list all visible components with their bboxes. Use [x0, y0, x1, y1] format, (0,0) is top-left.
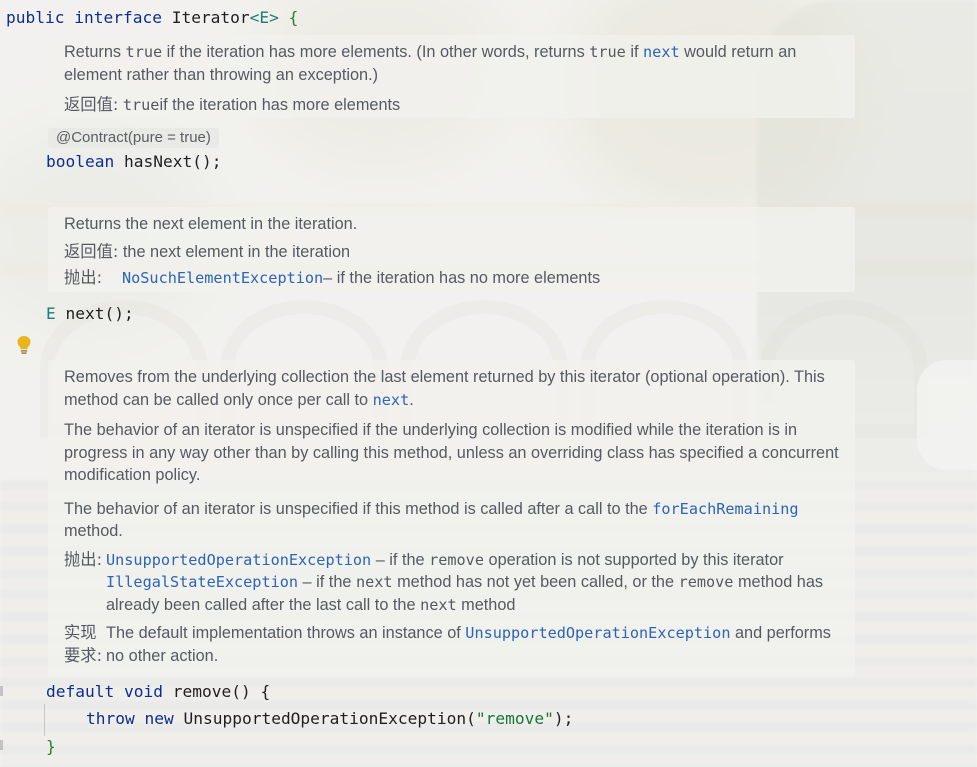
type-parameter: <E> — [249, 8, 279, 27]
doc-throws: 抛出: NoSuchElementException – if the itera… — [64, 267, 839, 290]
doc-link-illegalstateexception[interactable]: IllegalStateException — [106, 573, 298, 591]
doc-description: Returns true if the iteration has more e… — [64, 43, 797, 84]
doc-description: Removes from the underlying collection t… — [64, 368, 825, 409]
doc-link-nosuchelementexception[interactable]: NoSuchElementException — [122, 267, 323, 290]
doc-returns: 返回值: the next element in the iteration — [64, 241, 351, 261]
keyword-interface: interface — [74, 8, 162, 27]
fold-marker[interactable] — [0, 686, 3, 696]
doc-impl-spec: 实现 要求: The default implementation throws … — [64, 623, 831, 665]
remove-signature[interactable]: default void remove() { — [46, 682, 270, 702]
interface-declaration[interactable]: public interface Iterator<E> { — [6, 8, 298, 28]
doc-link-unsupportedoperationexception[interactable]: UnsupportedOperationException — [106, 551, 371, 569]
open-brace: { — [288, 8, 299, 27]
doc-link-next[interactable]: next — [643, 43, 680, 61]
lightbulb-icon[interactable] — [16, 335, 32, 355]
doc-paragraph: The behavior of an iterator is unspecifi… — [64, 499, 799, 541]
doc-popup-next: Returns the next element in the iteratio… — [48, 207, 855, 292]
fold-marker[interactable] — [0, 740, 3, 750]
doc-throws: 抛出: UnsupportedOperationException – if t… — [64, 549, 824, 614]
doc-description: Returns the next element in the iteratio… — [64, 215, 358, 233]
doc-popup-hasnext: Returns true if the iteration has more e… — [48, 35, 855, 118]
interface-name: Iterator — [171, 8, 250, 27]
contract-annotation: @Contract(pure = true) — [48, 128, 219, 148]
next-signature[interactable]: E next(); — [46, 304, 134, 324]
keyword-public: public — [6, 8, 65, 27]
hasnext-signature[interactable]: boolean hasNext(); — [46, 152, 221, 172]
doc-link-unsupportedoperationexception[interactable]: UnsupportedOperationException — [465, 624, 730, 642]
close-brace[interactable]: } — [46, 737, 56, 757]
doc-link-next[interactable]: next — [373, 391, 410, 409]
doc-link-foreachremaining[interactable]: forEachRemaining — [652, 500, 798, 518]
throw-statement[interactable]: throw new UnsupportedOperationException(… — [86, 709, 573, 729]
doc-returns: 返回值: true if the iteration has more elem… — [64, 95, 401, 114]
doc-popup-remove: Removes from the underlying collection t… — [48, 360, 855, 676]
indent-guide — [44, 704, 45, 736]
doc-paragraph: The behavior of an iterator is unspecifi… — [64, 421, 839, 484]
code-editor[interactable]: public interface Iterator<E> { Returns t… — [0, 0, 977, 767]
